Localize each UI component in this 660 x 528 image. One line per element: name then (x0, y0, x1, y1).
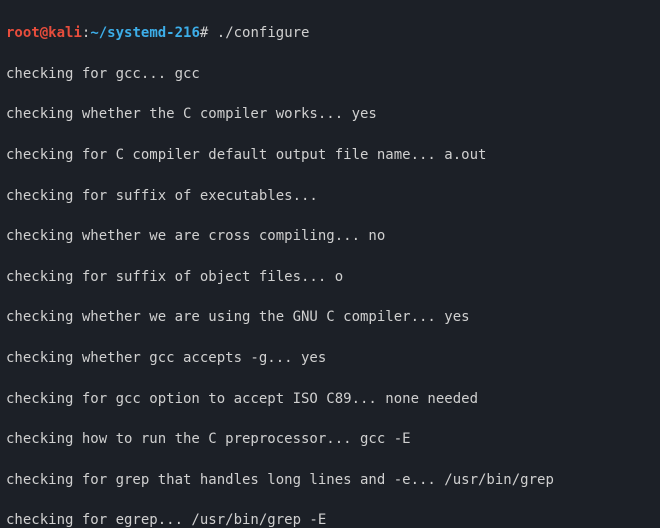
prompt-host: kali (48, 25, 82, 41)
command-text: ./configure (217, 25, 310, 41)
output-line: checking for egrep... /usr/bin/grep -E (6, 510, 654, 528)
prompt-user: root (6, 25, 40, 41)
prompt-at: @ (40, 25, 48, 41)
output-line: checking whether we are using the GNU C … (6, 307, 654, 327)
output-line: checking for grep that handles long line… (6, 470, 654, 490)
prompt-hash: # (200, 25, 208, 41)
output-line: checking for suffix of executables... (6, 186, 654, 206)
output-line: checking whether we are cross compiling.… (6, 226, 654, 246)
output-line: checking for gcc option to accept ISO C8… (6, 389, 654, 409)
terminal-output: root@kali:~/systemd-216# ./configure che… (0, 0, 660, 528)
output-line: checking for gcc... gcc (6, 64, 654, 84)
prompt-path: ~/systemd-216 (90, 25, 200, 41)
output-line: checking whether gcc accepts -g... yes (6, 348, 654, 368)
output-line: checking whether the C compiler works...… (6, 104, 654, 124)
output-line: checking for C compiler default output f… (6, 145, 654, 165)
output-line: checking how to run the C preprocessor..… (6, 429, 654, 449)
output-line: checking for suffix of object files... o (6, 267, 654, 287)
prompt-line[interactable]: root@kali:~/systemd-216# ./configure (6, 23, 654, 43)
